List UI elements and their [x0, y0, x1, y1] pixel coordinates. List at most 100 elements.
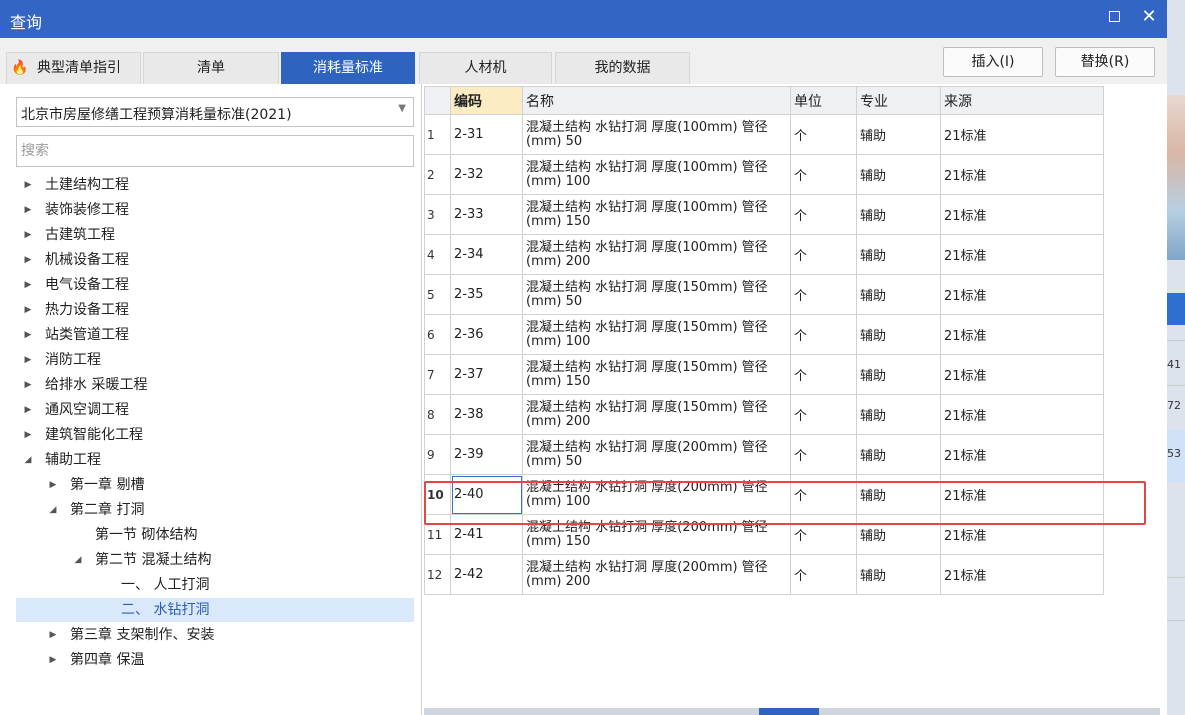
row-number[interactable]: 4 — [424, 234, 451, 275]
search-input[interactable] — [16, 135, 414, 167]
cell-source[interactable]: 21标准 — [940, 554, 1104, 595]
table-row[interactable]: 5 2-35 混凝土结构 水钻打洞 厚度(150mm) 管径(mm) 50 个辅助 21… — [424, 274, 1104, 315]
collapsed-arrow-icon[interactable]: ▶ — [21, 173, 35, 197]
cell-code[interactable]: 2-34 — [450, 234, 523, 275]
column-header-name[interactable]: 名称 — [522, 86, 791, 115]
tree-item[interactable]: ▶ 机械设备工程 — [0, 248, 414, 272]
table-row[interactable]: 6 2-36 混凝土结构 水钻打洞 厚度(150mm) 管径(mm) 100 个辅助 2… — [424, 314, 1104, 355]
cell-source[interactable]: 21标准 — [940, 434, 1104, 475]
cell-major[interactable]: 辅助 — [856, 554, 941, 595]
cell-name[interactable]: 混凝土结构 水钻打洞 厚度(150mm) 管径(mm) 200 — [522, 394, 791, 435]
cell-code[interactable]: 2-31 — [450, 114, 523, 155]
tree-item[interactable]: ▶ 电气设备工程 — [0, 273, 414, 297]
row-number[interactable]: 1 — [424, 114, 451, 155]
row-number[interactable]: 2 — [424, 154, 451, 195]
collapsed-arrow-icon[interactable]: ▶ — [21, 248, 35, 272]
column-header-code[interactable]: 编码 — [450, 86, 523, 115]
row-number[interactable]: 9 — [424, 434, 451, 475]
insert-button[interactable]: 插入(I) — [943, 47, 1043, 77]
cell-name[interactable]: 混凝土结构 水钻打洞 厚度(100mm) 管径(mm) 50 — [522, 114, 791, 155]
collapsed-arrow-icon[interactable]: ▶ — [46, 623, 60, 647]
tree-item[interactable]: ▶ 装饰装修工程 — [0, 198, 414, 222]
cell-source[interactable]: 21标准 — [940, 194, 1104, 235]
table-row[interactable]: 3 2-33 混凝土结构 水钻打洞 厚度(100mm) 管径(mm) 150 个辅助 2… — [424, 194, 1104, 235]
tree-item[interactable]: 第一节 砌体结构 — [0, 523, 414, 547]
column-header-source[interactable]: 来源 — [940, 86, 1104, 115]
table-row[interactable]: 12 2-42 混凝土结构 水钻打洞 厚度(200mm) 管径(mm) 200 个辅助… — [424, 554, 1104, 595]
horizontal-scrollbar[interactable] — [424, 708, 1160, 715]
collapsed-arrow-icon[interactable]: ▶ — [21, 348, 35, 372]
tree-item[interactable]: ◢ 第二节 混凝土结构 — [0, 548, 414, 572]
expanded-arrow-icon[interactable]: ◢ — [71, 548, 85, 572]
tree-item[interactable]: ▶ 第四章 保温 — [0, 648, 414, 672]
cell-name[interactable]: 混凝土结构 水钻打洞 厚度(200mm) 管径(mm) 200 — [522, 554, 791, 595]
collapsed-arrow-icon[interactable]: ▶ — [21, 398, 35, 422]
row-number[interactable]: 12 — [424, 554, 451, 595]
cell-major[interactable]: 辅助 — [856, 154, 941, 195]
cell-unit[interactable]: 个 — [790, 554, 857, 595]
collapsed-arrow-icon[interactable]: ▶ — [46, 648, 60, 672]
table-row[interactable]: 9 2-39 混凝土结构 水钻打洞 厚度(200mm) 管径(mm) 50 个辅助 21… — [424, 434, 1104, 475]
cell-unit[interactable]: 个 — [790, 434, 857, 475]
cell-source[interactable]: 21标准 — [940, 154, 1104, 195]
cell-source[interactable]: 21标准 — [940, 274, 1104, 315]
cell-code[interactable]: 2-33 — [450, 194, 523, 235]
standard-select[interactable]: 北京市房屋修缮工程预算消耗量标准(2021) ▼ — [16, 97, 414, 127]
replace-button[interactable]: 替换(R) — [1055, 47, 1155, 77]
tree-item[interactable]: ▶ 站类管道工程 — [0, 323, 414, 347]
cell-major[interactable]: 辅助 — [856, 434, 941, 475]
cell-unit[interactable]: 个 — [790, 394, 857, 435]
table-row[interactable]: 4 2-34 混凝土结构 水钻打洞 厚度(100mm) 管径(mm) 200 个辅助 2… — [424, 234, 1104, 275]
cell-code[interactable]: 2-38 — [450, 394, 523, 435]
cell-major[interactable]: 辅助 — [856, 394, 941, 435]
row-number[interactable]: 3 — [424, 194, 451, 235]
tree-item[interactable]: 二、 水钻打洞 — [16, 598, 414, 622]
collapsed-arrow-icon[interactable]: ▶ — [21, 423, 35, 447]
table-row[interactable]: 2 2-32 混凝土结构 水钻打洞 厚度(100mm) 管径(mm) 100 个辅助 2… — [424, 154, 1104, 195]
cell-major[interactable]: 辅助 — [856, 114, 941, 155]
cell-name[interactable]: 混凝土结构 水钻打洞 厚度(100mm) 管径(mm) 150 — [522, 194, 791, 235]
cell-major[interactable]: 辅助 — [856, 274, 941, 315]
collapsed-arrow-icon[interactable]: ▶ — [21, 273, 35, 297]
cell-code[interactable]: 2-35 — [450, 274, 523, 315]
collapsed-arrow-icon[interactable]: ▶ — [46, 473, 60, 497]
scrollbar-thumb[interactable] — [759, 708, 819, 715]
tree-item[interactable]: ▶ 热力设备工程 — [0, 298, 414, 322]
cell-major[interactable]: 辅助 — [856, 194, 941, 235]
tab-my-data[interactable]: 我的数据 — [555, 52, 690, 84]
expanded-arrow-icon[interactable]: ◢ — [46, 498, 60, 522]
cell-name[interactable]: 混凝土结构 水钻打洞 厚度(150mm) 管径(mm) 150 — [522, 354, 791, 395]
maximize-button[interactable] — [1104, 6, 1128, 30]
cell-code[interactable]: 2-39 — [450, 434, 523, 475]
row-number[interactable]: 8 — [424, 394, 451, 435]
table-row[interactable]: 7 2-37 混凝土结构 水钻打洞 厚度(150mm) 管径(mm) 150 个辅助 2… — [424, 354, 1104, 395]
cell-name[interactable]: 混凝土结构 水钻打洞 厚度(150mm) 管径(mm) 100 — [522, 314, 791, 355]
tab-typical-list-guide[interactable]: 🔥 典型清单指引 — [6, 52, 141, 84]
tree-item[interactable]: ◢ 辅助工程 — [0, 448, 414, 472]
tree-item[interactable]: ▶ 给排水 采暖工程 — [0, 373, 414, 397]
cell-unit[interactable]: 个 — [790, 274, 857, 315]
tree-item[interactable]: ▶ 第三章 支架制作、安装 — [0, 623, 414, 647]
cell-unit[interactable]: 个 — [790, 114, 857, 155]
cell-name[interactable]: 混凝土结构 水钻打洞 厚度(200mm) 管径(mm) 50 — [522, 434, 791, 475]
cell-unit[interactable]: 个 — [790, 154, 857, 195]
tree-item[interactable]: ◢ 第二章 打洞 — [0, 498, 414, 522]
table-row[interactable]: 8 2-38 混凝土结构 水钻打洞 厚度(150mm) 管径(mm) 200 个辅助 2… — [424, 394, 1104, 435]
cell-unit[interactable]: 个 — [790, 194, 857, 235]
row-number[interactable]: 7 — [424, 354, 451, 395]
cell-major[interactable]: 辅助 — [856, 234, 941, 275]
cell-code[interactable]: 2-36 — [450, 314, 523, 355]
tree-item[interactable]: ▶ 消防工程 — [0, 348, 414, 372]
cell-code[interactable]: 2-32 — [450, 154, 523, 195]
collapsed-arrow-icon[interactable]: ▶ — [21, 223, 35, 247]
tree-item[interactable]: ▶ 古建筑工程 — [0, 223, 414, 247]
row-number[interactable]: 6 — [424, 314, 451, 355]
tree-item[interactable]: ▶ 土建结构工程 — [0, 173, 414, 197]
tree-item[interactable]: ▶ 建筑智能化工程 — [0, 423, 414, 447]
table-row[interactable]: 1 2-31 混凝土结构 水钻打洞 厚度(100mm) 管径(mm) 50 个辅助 21… — [424, 114, 1104, 155]
tree-item[interactable]: ▶ 第一章 剔槽 — [0, 473, 414, 497]
cell-source[interactable]: 21标准 — [940, 394, 1104, 435]
cell-major[interactable]: 辅助 — [856, 354, 941, 395]
tree-item[interactable]: ▶ 通风空调工程 — [0, 398, 414, 422]
tab-consumption-standard[interactable]: 消耗量标准 — [281, 52, 415, 84]
